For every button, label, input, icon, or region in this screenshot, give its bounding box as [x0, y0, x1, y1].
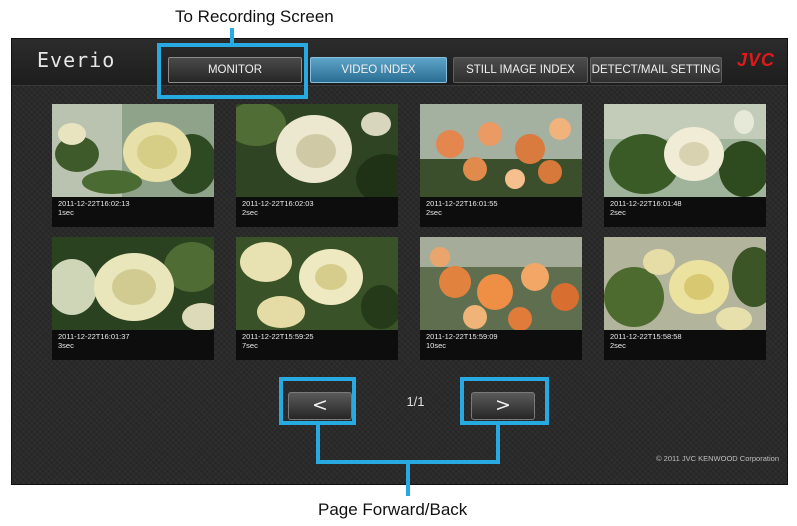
callout-leader-left	[316, 425, 320, 464]
thumbnail-caption: 2011-12-22T16:02:03 2sec	[236, 197, 398, 227]
thumbnail-image	[52, 237, 214, 330]
thumbnail-timestamp: 2011-12-22T15:58:58	[610, 332, 682, 341]
thumbnail-timestamp: 2011-12-22T16:02:13	[58, 199, 130, 208]
thumbnail-duration: 10sec	[426, 341, 447, 350]
thumbnail-item[interactable]: 2011-12-22T16:01:48 2sec	[604, 104, 766, 227]
tab-still-image-index[interactable]: STILL IMAGE INDEX	[453, 57, 588, 83]
thumbnail-timestamp: 2011-12-22T15:59:09	[426, 332, 498, 341]
thumbnail-timestamp: 2011-12-22T16:01:55	[426, 199, 498, 208]
thumbnail-duration: 2sec	[610, 341, 626, 350]
page-indicator: 1/1	[406, 394, 425, 409]
thumbnail-duration: 2sec	[426, 208, 442, 217]
thumbnail-caption: 2011-12-22T16:02:13 1sec	[52, 197, 214, 227]
thumbnail-duration: 7sec	[242, 341, 258, 350]
callout-leader-top	[230, 28, 234, 44]
copyright-text: © 2011 JVC KENWOOD Corporation	[656, 454, 779, 463]
prev-highlight-box	[279, 377, 356, 425]
everio-logo: Everio	[37, 48, 116, 72]
thumbnail-item[interactable]: 2011-12-22T15:59:25 7sec	[236, 237, 398, 360]
header-bar: Everio MONITOR VIDEO INDEX STILL IMAGE I…	[12, 39, 787, 86]
monitor-highlight-box	[157, 43, 308, 99]
thumbnail-timestamp: 2011-12-22T16:01:37	[58, 332, 130, 341]
thumbnail-timestamp: 2011-12-22T16:01:48	[610, 199, 682, 208]
tab-detect-mail-setting[interactable]: DETECT/MAIL SETTING	[590, 57, 722, 83]
thumbnail-caption: 2011-12-22T15:59:09 10sec	[420, 330, 582, 360]
thumbnail-item[interactable]: 2011-12-22T16:01:55 2sec	[420, 104, 582, 227]
thumbnail-item[interactable]: 2011-12-22T15:59:09 10sec	[420, 237, 582, 360]
thumbnail-timestamp: 2011-12-22T15:59:25	[242, 332, 314, 341]
tab-video-index[interactable]: VIDEO INDEX	[310, 57, 447, 83]
thumbnail-caption: 2011-12-22T15:58:58 2sec	[604, 330, 766, 360]
thumbnail-image	[420, 237, 582, 330]
thumbnail-image	[604, 104, 766, 197]
thumbnail-item[interactable]: 2011-12-22T16:02:13 1sec	[52, 104, 214, 227]
thumbnail-image	[236, 104, 398, 197]
thumbnail-duration: 2sec	[610, 208, 626, 217]
thumbnail-caption: 2011-12-22T16:01:55 2sec	[420, 197, 582, 227]
thumbnail-image	[420, 104, 582, 197]
next-highlight-box	[460, 377, 549, 425]
thumbnail-timestamp: 2011-12-22T16:02:03	[242, 199, 314, 208]
thumbnail-image	[52, 104, 214, 197]
callout-to-recording-screen: To Recording Screen	[175, 7, 334, 26]
app-window: Everio MONITOR VIDEO INDEX STILL IMAGE I…	[11, 38, 788, 485]
thumbnail-caption: 2011-12-22T15:59:25 7sec	[236, 330, 398, 360]
thumbnail-item[interactable]: 2011-12-22T16:01:37 3sec	[52, 237, 214, 360]
thumbnail-duration: 1sec	[58, 208, 74, 217]
thumbnail-duration: 3sec	[58, 341, 74, 350]
thumbnail-image	[604, 237, 766, 330]
jvc-logo: JVC	[736, 50, 775, 70]
callout-page-forward-back: Page Forward/Back	[318, 500, 468, 519]
callout-leader-right	[496, 425, 500, 464]
thumbnail-image	[236, 237, 398, 330]
thumbnail-item[interactable]: 2011-12-22T15:58:58 2sec	[604, 237, 766, 360]
thumbnail-caption: 2011-12-22T16:01:48 2sec	[604, 197, 766, 227]
callout-leader-bottom	[406, 460, 410, 496]
thumbnail-duration: 2sec	[242, 208, 258, 217]
thumbnail-item[interactable]: 2011-12-22T16:02:03 2sec	[236, 104, 398, 227]
thumbnail-caption: 2011-12-22T16:01:37 3sec	[52, 330, 214, 360]
